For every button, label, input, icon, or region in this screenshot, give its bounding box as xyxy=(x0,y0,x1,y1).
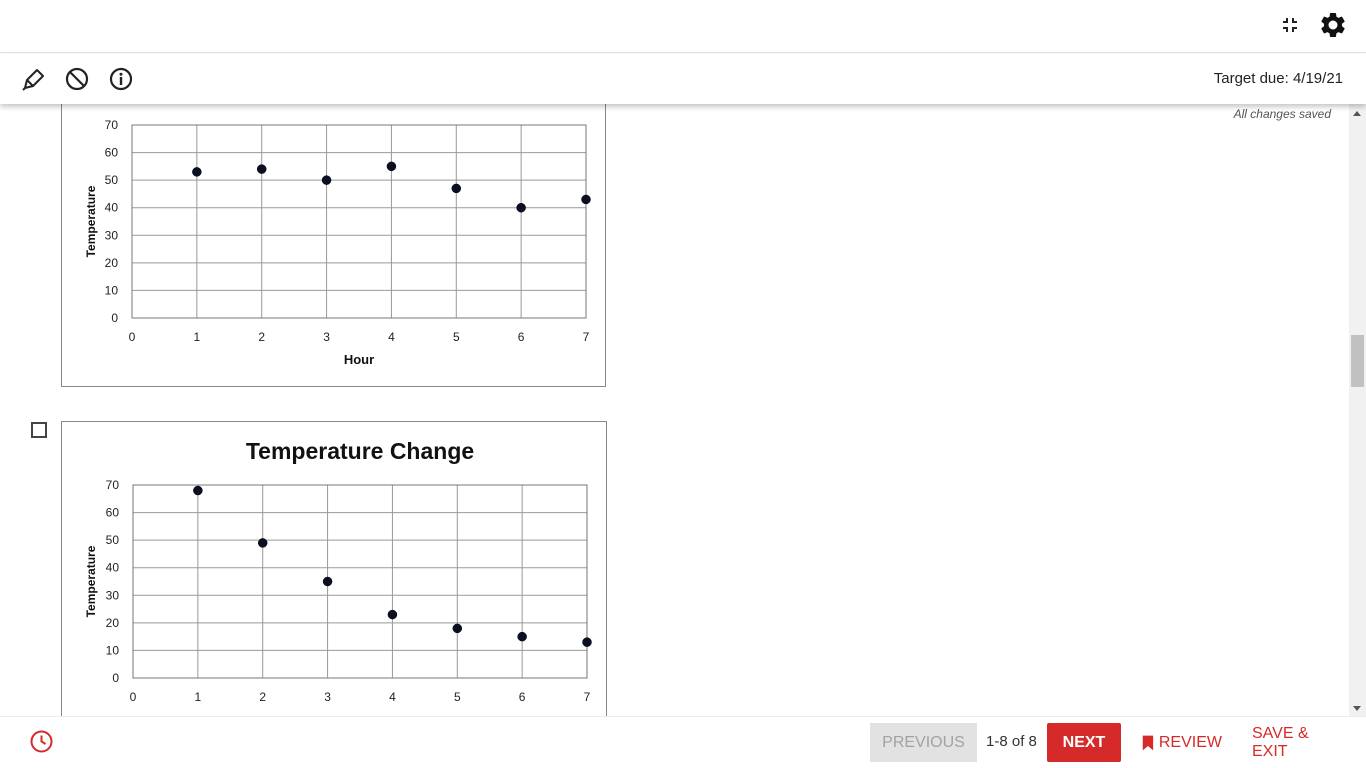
chart1-data-point xyxy=(451,183,462,194)
chart1-xtick-label: 5 xyxy=(453,330,460,344)
chart2-xtick-label: 0 xyxy=(130,690,137,704)
scrollbar[interactable] xyxy=(1349,104,1366,716)
chart1-ytick-label: 50 xyxy=(105,173,119,187)
save-status: All changes saved xyxy=(1233,107,1331,121)
chart2-data-point xyxy=(517,631,527,642)
chart1-xtick-label: 3 xyxy=(323,330,330,344)
chart2-ytick-label: 60 xyxy=(106,506,120,520)
page-count: 1-8 of 8 xyxy=(986,733,1037,750)
chart1-data-point xyxy=(516,202,526,213)
info-icon[interactable] xyxy=(108,66,134,92)
chart2-ytick-label: 10 xyxy=(106,643,120,657)
chart1-xtick-label: 4 xyxy=(388,330,395,344)
gear-icon[interactable] xyxy=(1318,10,1348,40)
highlighter-icon[interactable] xyxy=(21,66,47,92)
chart2-data-point xyxy=(322,576,333,587)
target-due-date: Target due: 4/19/21 xyxy=(1213,70,1343,87)
answer-option-checkbox-2[interactable] xyxy=(31,422,47,438)
save-exit-button[interactable]: SAVE & EXIT xyxy=(1252,723,1344,762)
chart1-plot-frame xyxy=(131,124,587,319)
chart1-x-axis-label: Hour xyxy=(344,352,374,367)
chart1-xtick-label: 7 xyxy=(583,330,590,344)
scrollbar-thumb[interactable] xyxy=(1351,335,1364,387)
chart1-data-point xyxy=(321,175,332,185)
answer-option-chart-2: Temperature Change 0 10 20 30 40 50 60 70 0 1 2 3 4 5 6… xyxy=(61,421,607,716)
chart2-y-axis-label: Temperature xyxy=(84,545,98,617)
chart2-xtick-label: 3 xyxy=(324,690,331,704)
previous-button[interactable]: PREVIOUS xyxy=(870,723,977,762)
chart1-ytick-label: 70 xyxy=(105,118,119,132)
chart2-ytick-label: 20 xyxy=(106,616,120,630)
chart1-xtick-label: 0 xyxy=(129,330,136,344)
question-content: All changes saved 0 10 20 30 40 50 60 70 0 1 2 3 4 5 6… xyxy=(0,104,1349,716)
chart2-ytick-label: 70 xyxy=(106,478,120,492)
chart1-xtick-label: 2 xyxy=(258,330,265,344)
top-header xyxy=(0,0,1366,53)
chart1-data-point xyxy=(386,161,397,172)
chart1-data-point xyxy=(192,167,202,177)
chart2-xtick-label: 7 xyxy=(584,690,591,704)
chart1-xtick-label: 6 xyxy=(518,330,525,344)
chart2-data-point xyxy=(582,637,592,647)
eliminate-icon[interactable] xyxy=(64,66,90,92)
chart1-y-axis-label: Temperature xyxy=(84,185,98,257)
review-label: REVIEW xyxy=(1158,733,1222,751)
chart2-ytick-label: 40 xyxy=(106,561,120,575)
chart2-data-point xyxy=(452,623,463,634)
chart2-xtick-label: 5 xyxy=(454,690,461,704)
chart2-xtick-label: 4 xyxy=(389,690,396,704)
scatter-chart-2: Temperature Change 0 10 20 30 40 50 60 70 0 1 2 3 4 5 6… xyxy=(84,438,592,704)
chart1-data-point xyxy=(581,194,591,205)
chart2-ytick-label: 30 xyxy=(106,588,120,602)
chart2-data-point xyxy=(387,609,398,620)
minimize-icon[interactable] xyxy=(1275,10,1305,40)
chart2-xtick-label: 1 xyxy=(195,690,202,704)
chart2-xtick-label: 2 xyxy=(259,690,266,704)
chart2-xtick-label: 6 xyxy=(519,690,526,704)
bookmark-icon xyxy=(1142,735,1154,750)
chart2-data-point xyxy=(193,485,203,496)
chart1-ytick-label: 40 xyxy=(105,201,119,215)
chart2-data-point xyxy=(257,538,268,548)
scroll-down-arrow[interactable] xyxy=(1353,706,1361,711)
next-button[interactable]: NEXT xyxy=(1047,723,1121,762)
scroll-up-arrow[interactable] xyxy=(1353,111,1361,116)
tool-bar: Target due: 4/19/21 xyxy=(0,54,1366,104)
chart1-xtick-label: 1 xyxy=(194,330,201,344)
chart2-plot-frame xyxy=(132,484,588,679)
clock-icon[interactable] xyxy=(29,729,54,754)
scatter-chart-1: 0 10 20 30 40 50 60 70 0 1 2 3 4 5 6 7 Hour Temperature xyxy=(84,118,591,367)
chart1-ytick-label: 30 xyxy=(105,228,119,242)
chart1-ytick-label: 20 xyxy=(105,256,119,270)
chart2-title: Temperature Change xyxy=(246,438,474,464)
chart2-ytick-label: 0 xyxy=(112,671,119,685)
chart1-data-point xyxy=(256,164,267,174)
answer-option-chart-1: 0 10 20 30 40 50 60 70 0 1 2 3 4 5 6 7 Hour Temperature xyxy=(61,104,606,387)
chart1-ytick-label: 60 xyxy=(105,146,119,160)
chart1-ytick-label: 10 xyxy=(105,283,119,297)
review-button[interactable]: REVIEW xyxy=(1142,723,1222,762)
chart2-ytick-label: 50 xyxy=(106,533,120,547)
chart1-ytick-label: 0 xyxy=(111,311,118,325)
bottom-nav-bar: PREVIOUS 1-8 of 8 NEXT REVIEW SAVE & EXI… xyxy=(0,716,1366,768)
